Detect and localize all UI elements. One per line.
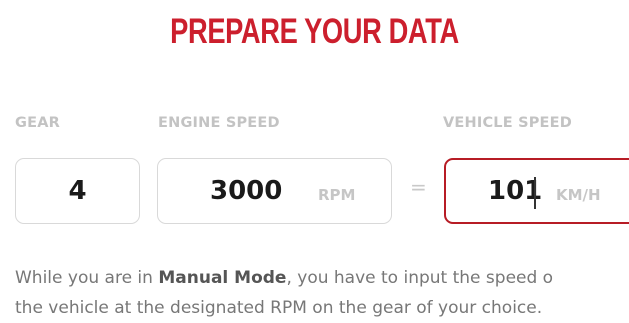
vehicle-speed-label: VEHICLE SPEED bbox=[443, 115, 573, 131]
manual-mode-text: Manual Mode bbox=[158, 268, 287, 288]
gear-field[interactable]: 4 bbox=[15, 158, 140, 224]
text-cursor bbox=[534, 177, 536, 209]
page-title: PREPARE YOUR DATA bbox=[170, 12, 459, 51]
description-line-1: While you are in Manual Mode, you have t… bbox=[15, 263, 629, 293]
gear-value: 4 bbox=[68, 176, 87, 206]
description-part-1: While you are in bbox=[15, 268, 159, 288]
description-part-2: , you have to input the speed o bbox=[286, 268, 554, 288]
description-text: While you are in Manual Mode, you have t… bbox=[15, 263, 629, 323]
engine-speed-unit: RPM bbox=[318, 186, 356, 204]
description-line-2: the vehicle at the designated RPM on the… bbox=[15, 298, 543, 318]
vehicle-speed-field[interactable]: 101 KM/H bbox=[444, 158, 629, 224]
engine-speed-label: ENGINE SPEED bbox=[158, 115, 280, 131]
gear-label: GEAR bbox=[15, 115, 60, 131]
equals-sign: = bbox=[410, 175, 427, 199]
engine-speed-field[interactable]: 3000 RPM bbox=[157, 158, 392, 224]
engine-speed-value: 3000 bbox=[210, 176, 283, 206]
vehicle-speed-unit: KM/H bbox=[556, 186, 601, 204]
